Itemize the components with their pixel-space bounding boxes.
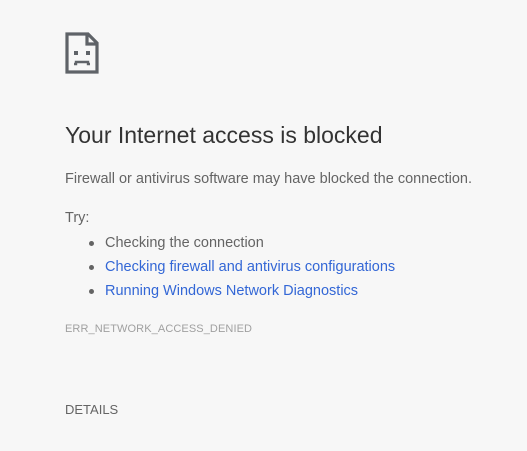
bullet-icon <box>89 241 94 246</box>
try-label: Try: <box>65 210 90 226</box>
bullet-icon <box>89 265 94 270</box>
details-button[interactable]: DETAILS <box>65 402 118 417</box>
error-message: Firewall or antivirus software may have … <box>65 171 472 187</box>
error-page: Your Internet access is blocked Firewall… <box>0 0 527 451</box>
error-code: ERR_NETWORK_ACCESS_DENIED <box>65 323 253 335</box>
sad-page-icon <box>65 32 99 74</box>
suggestion-item-firewall: Checking firewall and antivirus configur… <box>65 258 395 282</box>
firewall-config-link[interactable]: Checking firewall and antivirus configur… <box>105 259 395 275</box>
suggestion-item-diagnostics: Running Windows Network Diagnostics <box>65 282 395 306</box>
page-title: Your Internet access is blocked <box>65 122 383 148</box>
network-diagnostics-link[interactable]: Running Windows Network Diagnostics <box>105 283 358 299</box>
suggestions-list: Checking the connection Checking firewal… <box>65 234 395 306</box>
suggestion-item-check-connection: Checking the connection <box>65 234 395 258</box>
bullet-icon <box>89 289 94 294</box>
suggestion-text: Checking the connection <box>105 235 264 251</box>
